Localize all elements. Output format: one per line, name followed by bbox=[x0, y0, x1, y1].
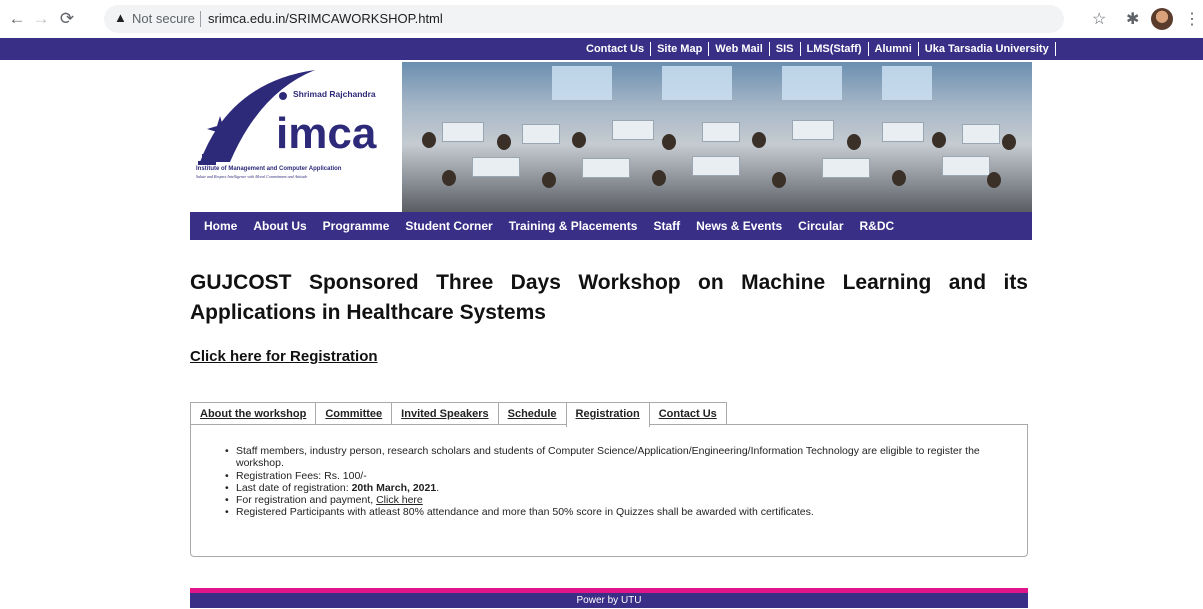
svg-text:Shrimad Rajchandra: Shrimad Rajchandra bbox=[293, 89, 376, 99]
address-bar[interactable]: ▲ Not secure srimca.edu.in/SRIMCAWORKSHO… bbox=[104, 5, 1064, 33]
back-icon[interactable]: ← bbox=[6, 8, 28, 30]
top-link-sis[interactable]: SIS bbox=[770, 42, 801, 56]
site-header: Shrimad Rajchandra imca Institute of Man… bbox=[190, 62, 1032, 212]
top-link-site-map[interactable]: Site Map bbox=[651, 42, 710, 56]
top-link-contact-us[interactable]: Contact Us bbox=[580, 42, 652, 56]
top-links-bar: Contact Us Site Map Web Mail SIS LMS(Sta… bbox=[0, 38, 1203, 60]
page-title: GUJCOST Sponsored Three Days Workshop on… bbox=[190, 271, 1028, 324]
list-item-payment: For registration and payment, Click here bbox=[225, 494, 1017, 507]
url-text[interactable]: srimca.edu.in/SRIMCAWORKSHOP.html bbox=[208, 11, 443, 26]
institute-logo[interactable]: Shrimad Rajchandra imca Institute of Man… bbox=[190, 62, 402, 212]
menu-kebab-icon[interactable]: ⋮ bbox=[1184, 9, 1200, 29]
profile-avatar[interactable] bbox=[1151, 8, 1173, 30]
tab-committee[interactable]: Committee bbox=[315, 402, 393, 425]
top-link-alumni[interactable]: Alumni bbox=[869, 42, 919, 56]
last-date-value: 20th March, 2021 bbox=[351, 481, 437, 494]
svg-text:Institute of Management and Co: Institute of Management and Computer App… bbox=[196, 166, 342, 172]
bookmark-star-icon[interactable]: ☆ bbox=[1092, 9, 1106, 29]
top-links: Contact Us Site Map Web Mail SIS LMS(Sta… bbox=[580, 38, 1056, 60]
nav-about-us[interactable]: About Us bbox=[245, 219, 314, 233]
list-item-fees: Registration Fees: Rs. 100/- bbox=[225, 470, 1017, 483]
tab-registration[interactable]: Registration bbox=[565, 402, 650, 427]
warning-icon: ▲ bbox=[114, 10, 127, 25]
footer: Power by UTU bbox=[190, 593, 1028, 608]
tab-invited-speakers[interactable]: Invited Speakers bbox=[391, 402, 499, 425]
top-link-lms-staff[interactable]: LMS(Staff) bbox=[801, 42, 869, 56]
registration-list: Staff members, industry person, research… bbox=[191, 425, 1027, 519]
payment-label: For registration and payment, bbox=[236, 494, 377, 507]
nav-student-corner[interactable]: Student Corner bbox=[397, 219, 500, 233]
tab-panel-registration: Staff members, industry person, research… bbox=[190, 424, 1028, 557]
campus-banner-image bbox=[402, 62, 1032, 212]
last-date-suffix: . bbox=[436, 481, 440, 494]
tab-about-workshop[interactable]: About the workshop bbox=[190, 402, 317, 425]
tab-contact-us[interactable]: Contact Us bbox=[648, 402, 727, 425]
payment-link[interactable]: Click here bbox=[376, 494, 423, 506]
nav-home[interactable]: Home bbox=[196, 219, 245, 233]
workshop-tabs: About the workshop Committee Invited Spe… bbox=[190, 402, 727, 427]
extensions-puzzle-icon[interactable]: ✱ bbox=[1126, 9, 1139, 29]
svg-text:Salute and Respect Intelligenc: Salute and Respect Intelligence with Mor… bbox=[196, 174, 307, 179]
svg-text:imca: imca bbox=[276, 109, 377, 158]
nav-rdc[interactable]: R&DC bbox=[852, 219, 903, 233]
logo-graphic: Shrimad Rajchandra imca Institute of Man… bbox=[196, 70, 377, 179]
address-divider bbox=[200, 11, 201, 27]
list-item-last-date: Last date of registration: 20th March, 2… bbox=[225, 481, 1017, 495]
reload-icon[interactable]: ⟳ bbox=[56, 8, 78, 30]
list-item-certificate: Registered Participants with atleast 80%… bbox=[225, 506, 1017, 519]
list-item-eligibility: Staff members, industry person, research… bbox=[225, 445, 1017, 470]
nav-circular[interactable]: Circular bbox=[790, 219, 851, 233]
nav-programme[interactable]: Programme bbox=[315, 219, 398, 233]
security-label: Not secure bbox=[132, 11, 195, 26]
top-link-web-mail[interactable]: Web Mail bbox=[709, 42, 770, 56]
main-nav: Home About Us Programme Student Corner T… bbox=[190, 212, 1032, 240]
top-link-uka-tarsadia[interactable]: Uka Tarsadia University bbox=[919, 42, 1056, 56]
nav-staff[interactable]: Staff bbox=[645, 219, 688, 233]
registration-link[interactable]: Click here for Registration bbox=[190, 348, 378, 365]
nav-news-events[interactable]: News & Events bbox=[688, 219, 790, 233]
tab-schedule[interactable]: Schedule bbox=[497, 402, 567, 425]
last-date-label: Last date of registration: bbox=[236, 481, 352, 494]
nav-training-placements[interactable]: Training & Placements bbox=[501, 219, 646, 233]
browser-toolbar: ← → ⟳ ▲ Not secure srimca.edu.in/SRIMCAW… bbox=[0, 0, 1203, 39]
forward-icon[interactable]: → bbox=[30, 8, 52, 30]
